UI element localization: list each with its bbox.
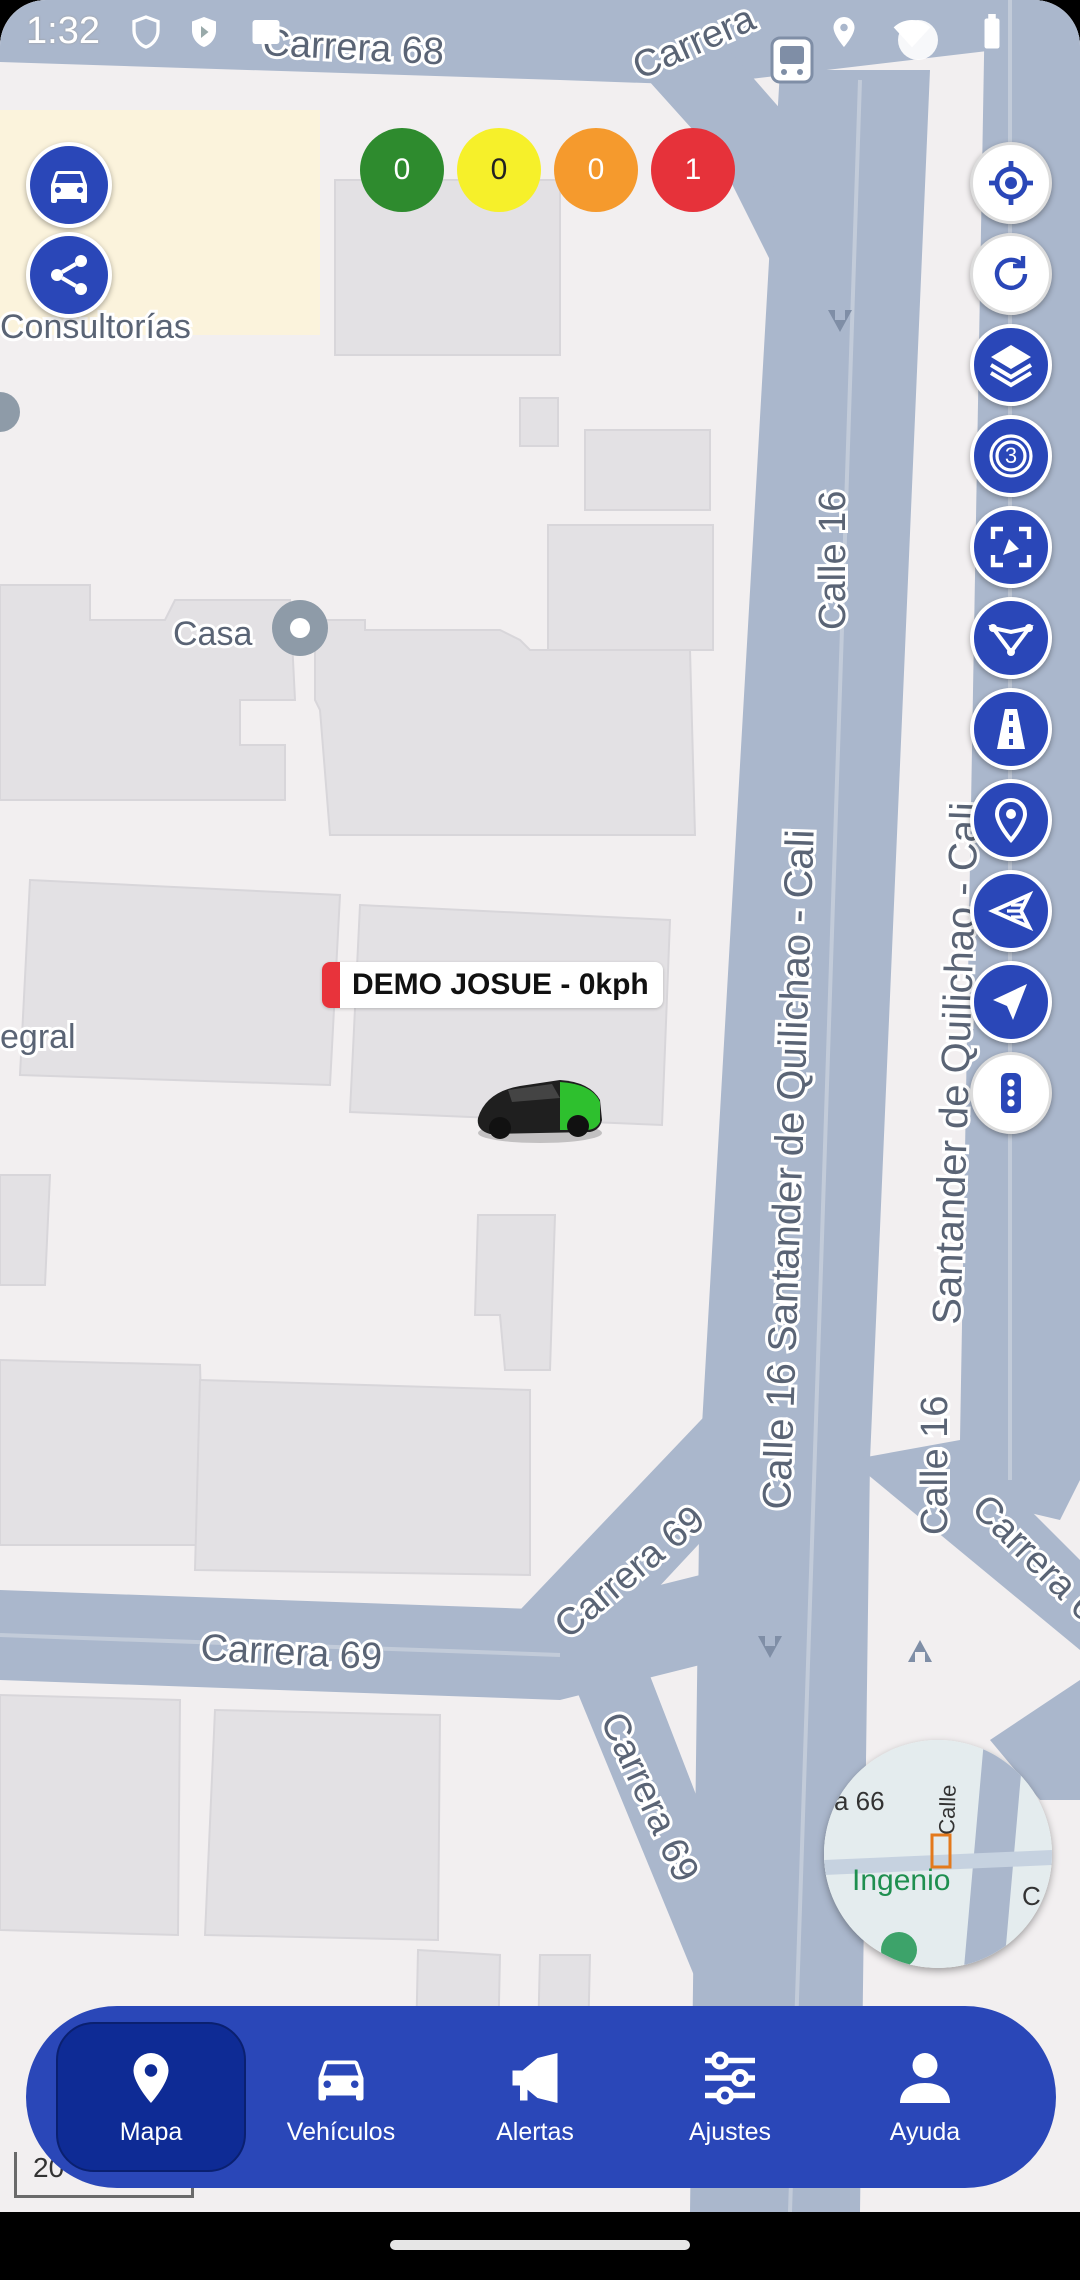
location-status-icon [833, 17, 855, 47]
nav-label-ajustes: Ajustes [689, 2117, 771, 2146]
nav-item-vehiculos[interactable]: Vehículos [246, 2022, 436, 2172]
nav-label-vehiculos: Vehículos [286, 2117, 396, 2146]
wifi-status-icon [893, 20, 931, 48]
car-icon [318, 2060, 364, 2100]
road-icon [997, 709, 1025, 749]
crosshair-icon [989, 161, 1033, 205]
shield-status-icon [132, 15, 160, 49]
nav-item-alertas[interactable]: Alertas [440, 2022, 630, 2172]
layers-button[interactable] [970, 324, 1052, 406]
location-pin-icon [994, 797, 1028, 844]
fit-screen-icon [990, 526, 1032, 568]
minimap-label-calle: Calle [934, 1784, 961, 1835]
poi-label-consultorias: Consultorías [0, 308, 191, 346]
person-icon [900, 2052, 950, 2103]
more-options-button[interactable] [970, 1052, 1052, 1134]
app-status-icon [252, 20, 280, 44]
points-of-interest-button[interactable] [970, 779, 1052, 861]
vehicle-label[interactable]: DEMO JOSUE - 0kph [322, 962, 663, 1008]
map-pin-icon [133, 2052, 169, 2103]
nav-label-ayuda: Ayuda [889, 2117, 961, 2146]
traffic-light-icon [1001, 1073, 1021, 1113]
counter-red[interactable]: 1 [651, 128, 735, 212]
minimap-label-ingenio: Ingenio [852, 1864, 950, 1897]
play-shield-status-icon [192, 17, 216, 47]
vehicle-list-button[interactable] [26, 142, 112, 228]
bottom-navigation: Mapa Vehículos Alertas Ajustes Ayuda [26, 2006, 1056, 2188]
status-time: 1:32 [26, 10, 100, 52]
poi-label-integral: egral [0, 1018, 76, 1056]
road-button[interactable] [970, 688, 1052, 770]
navigation-arrow-icon [993, 984, 1027, 1020]
status-bar: 1:32 [0, 0, 1080, 64]
refresh-icon [994, 256, 1028, 290]
share-icon [51, 255, 87, 295]
nav-item-ayuda[interactable]: Ayuda [830, 2022, 1020, 2172]
battery-status-icon [984, 14, 1000, 49]
counter-green[interactable]: 0 [360, 128, 444, 212]
geofence-count: 3 [1004, 443, 1018, 468]
my-location-button[interactable] [970, 142, 1052, 224]
geofence-button[interactable]: 3 [970, 415, 1052, 497]
car-icon [51, 171, 87, 203]
nav-label-alertas: Alertas [496, 2117, 574, 2146]
counter-orange[interactable]: 0 [554, 128, 638, 212]
home-indicator[interactable] [390, 2240, 690, 2250]
minimap[interactable]: a 66 Calle Ingenio C [824, 1740, 1052, 1968]
send-command-button[interactable] [970, 870, 1052, 952]
street-label-calle-16-b: Calle 16 [914, 1396, 956, 1535]
navigate-button[interactable] [970, 961, 1052, 1043]
nav-label-mapa: Mapa [119, 2117, 183, 2146]
route-nodes-icon [988, 624, 1034, 656]
nav-item-mapa[interactable]: Mapa [56, 2022, 246, 2172]
app-screen: Carrera 68 Carrera Calle 16 Calle 16 San… [0, 0, 1080, 2212]
route-button[interactable] [970, 597, 1052, 679]
counter-yellow[interactable]: 0 [457, 128, 541, 212]
share-button[interactable] [26, 232, 112, 318]
street-label-calle-16-a: Calle 16 [812, 491, 854, 630]
layers-icon [989, 345, 1033, 388]
poi-label-casa: Casa [173, 615, 252, 653]
send-left-icon [988, 890, 1034, 932]
fit-bounds-button[interactable] [970, 506, 1052, 588]
megaphone-icon [512, 2052, 558, 2103]
minimap-label-c: C [1022, 1881, 1041, 1911]
sliders-icon [705, 2051, 755, 2104]
nav-item-ajustes[interactable]: Ajustes [635, 2022, 825, 2172]
refresh-button[interactable] [970, 233, 1052, 315]
